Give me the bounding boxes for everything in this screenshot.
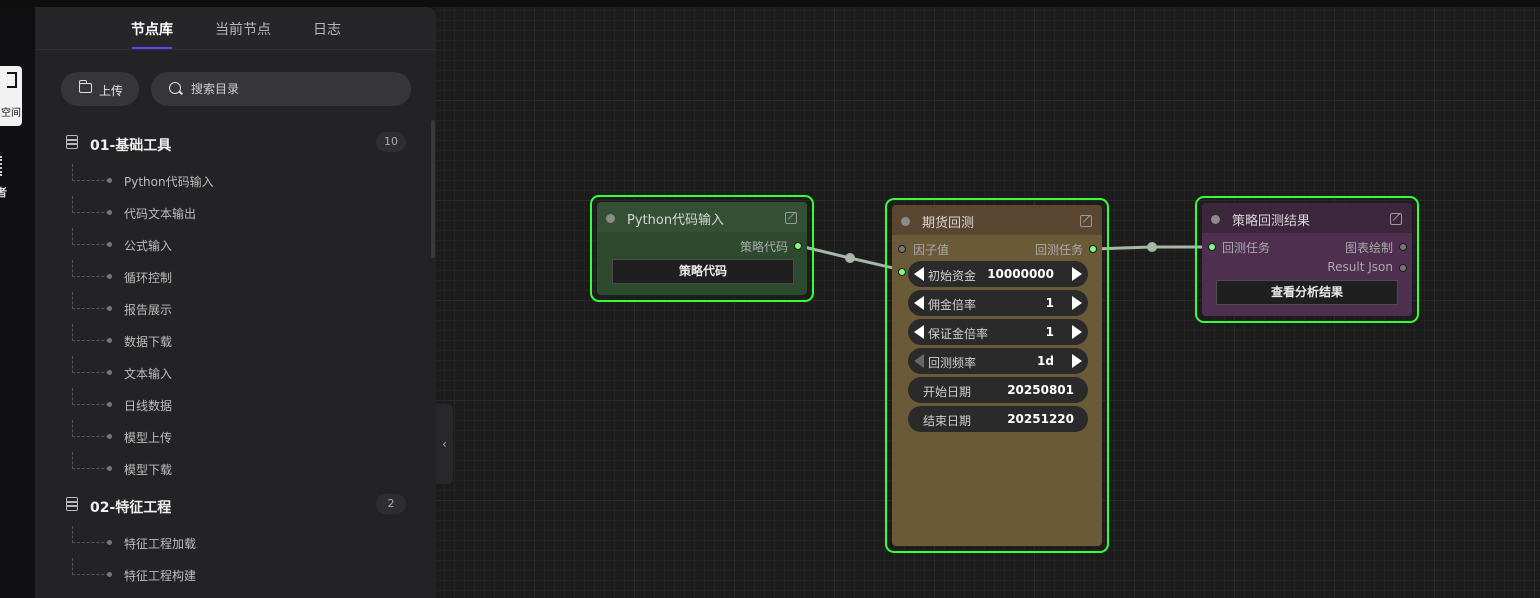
input-port[interactable] [1208,243,1216,251]
edit-icon[interactable] [1390,213,1402,225]
node-title: Python代码输入 [627,213,725,228]
node-backtest-result[interactable]: 策略回测结果 回测任务 图表绘制 Result Json 查看分析结果 [1195,196,1419,323]
edit-icon[interactable] [1080,215,1092,227]
widget-value: 1 [1045,325,1054,339]
node-python-input[interactable]: Python代码输入 策略代码 策略代码 [590,195,814,302]
widget-label: 初始资金 [928,269,977,283]
text-widget-end-date[interactable]: 结束日期 20251220 [908,406,1088,432]
strategy-code-button[interactable]: 策略代码 [612,259,794,284]
text-widget-start-date[interactable]: 开始日期 20250801 [908,377,1088,403]
increment-arrow-icon[interactable] [1072,267,1082,281]
widget-input-port[interactable] [898,268,906,276]
number-widget-margin[interactable]: 保证金倍率 1 [908,319,1088,345]
output-port[interactable] [1399,264,1407,272]
widget-label: 结束日期 [923,414,972,428]
increment-arrow-icon[interactable] [1072,325,1082,339]
node-futures-backtest[interactable]: 期货回测 因子值 回测任务 初始资金 10000000 佣金倍率 1 保证金倍率… [885,198,1109,553]
node-body: Python代码输入 策略代码 策略代码 [597,202,807,295]
decrement-arrow-icon[interactable] [914,325,924,339]
view-analysis-button[interactable]: 查看分析结果 [1216,280,1398,305]
input-port-label: 回测任务 [1222,241,1271,255]
widget-label: 回测频率 [928,356,977,370]
status-dot-icon [901,217,910,226]
widget-value: 1d [1037,354,1054,368]
widget-value: 20250801 [1007,383,1074,397]
number-widget-commission[interactable]: 佣金倍率 1 [908,290,1088,316]
widget-value: 10000000 [987,267,1054,281]
increment-arrow-icon[interactable] [1072,354,1082,368]
status-dot-icon [1211,215,1220,224]
node-header[interactable]: 策略回测结果 [1202,203,1412,233]
widget-value: 20251220 [1007,412,1074,426]
output-port-label: 回测任务 [1034,243,1083,257]
number-widget-initial-capital[interactable]: 初始资金 10000000 [908,261,1088,287]
node-body: 期货回测 因子值 回测任务 初始资金 10000000 佣金倍率 1 保证金倍率… [892,205,1102,546]
widget-label: 开始日期 [923,385,972,399]
decrement-arrow-icon[interactable] [914,354,924,368]
edit-icon[interactable] [785,212,797,224]
output-port-label: 策略代码 [739,240,788,254]
combo-widget-frequency[interactable]: 回测频率 1d [908,348,1088,374]
node-body: 策略回测结果 回测任务 图表绘制 Result Json 查看分析结果 [1202,203,1412,316]
output-port[interactable] [1089,245,1097,253]
widget-value: 1 [1045,296,1054,310]
decrement-arrow-icon[interactable] [914,267,924,281]
input-port-label: 因子值 [913,243,950,257]
output-port-label: Result Json [1327,260,1393,274]
link-midpoint[interactable] [1147,242,1157,252]
node-header[interactable]: 期货回测 [892,205,1102,235]
output-port[interactable] [1399,243,1407,251]
node-header[interactable]: Python代码输入 [597,202,807,232]
status-dot-icon [606,214,615,223]
node-title: 策略回测结果 [1232,214,1311,229]
widget-label: 佣金倍率 [928,298,977,312]
output-port[interactable] [794,242,802,250]
decrement-arrow-icon[interactable] [914,296,924,310]
node-title: 期货回测 [922,216,975,231]
input-port[interactable] [898,245,906,253]
widget-label: 保证金倍率 [928,327,989,341]
link-midpoint[interactable] [845,253,855,263]
increment-arrow-icon[interactable] [1072,296,1082,310]
output-port-label: 图表绘制 [1344,241,1393,255]
